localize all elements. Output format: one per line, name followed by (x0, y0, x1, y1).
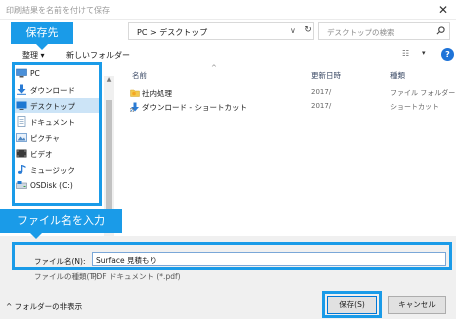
disk-icon (16, 181, 27, 189)
save-button[interactable]: 保存(S) (327, 296, 377, 314)
address-path-box[interactable]: PC > デスクトップ ∨ ↻ (128, 22, 314, 40)
address-path: PC > デスクトップ (137, 28, 208, 37)
nav-item-label: PC (30, 69, 40, 78)
chevron-down-icon[interactable]: ▾ (422, 49, 426, 57)
filetype-label: ファイルの種類(T): (34, 272, 100, 281)
nav-item-label: ミュージック (30, 166, 75, 175)
nav-item-label: ビデオ (30, 150, 53, 159)
file-type: ショートカット (390, 103, 439, 111)
nav-item-label: ドキュメント (30, 118, 75, 127)
scroll-up-icon[interactable]: ▲ (104, 76, 114, 86)
video-icon (16, 149, 27, 158)
cancel-button[interactable]: キャンセル (388, 296, 446, 314)
help-icon[interactable]: ? (441, 48, 454, 61)
nav-item-label: OSDisk (C:) (30, 181, 73, 190)
nav-item-osdisk[interactable]: OSDisk (C:) (14, 178, 100, 193)
close-icon[interactable]: ✕ (436, 3, 450, 17)
file-name: ダウンロード - ショートカット (142, 103, 247, 112)
toolbar: 整理 ▾ 新しいフォルダー ☷ ▾ ? (0, 44, 456, 66)
new-folder-button[interactable]: 新しいフォルダー (66, 50, 130, 61)
search-input[interactable]: デスクトップの検索 (318, 22, 450, 40)
nav-item-videos[interactable]: ビデオ (14, 146, 100, 161)
picture-icon (16, 133, 27, 142)
download-icon (17, 84, 26, 95)
save-location-callout: 保存先 (11, 22, 73, 50)
filename-field[interactable]: Surface 見積もり (92, 252, 446, 266)
nav-item-label: ダウンロード (30, 86, 75, 95)
nav-item-documents[interactable]: ドキュメント (14, 114, 100, 129)
filename-value: Surface 見積もり (96, 256, 157, 265)
window-title: 印刷結果を名前を付けて保存 (6, 6, 110, 15)
music-icon (18, 165, 26, 174)
nav-item-desktop[interactable]: デスクトップ (14, 98, 100, 113)
column-header-date[interactable]: 更新日時 (311, 70, 341, 81)
column-header-type[interactable]: 種類 (390, 70, 405, 81)
nav-item-downloads[interactable]: ダウンロード (14, 82, 100, 97)
file-type: ファイル フォルダー (390, 89, 456, 97)
chevron-down-icon: ▾ (40, 51, 45, 60)
nav-item-label: デスクトップ (30, 102, 75, 111)
list-item[interactable]: ダウンロード - ショートカット 2017/ ショートカット (118, 100, 454, 114)
view-options-icon[interactable]: ☷ (402, 49, 409, 58)
nav-item-pc[interactable]: PC (14, 66, 100, 81)
callout-arrow (30, 233, 42, 239)
save-location-callout-text: 保存先 (25, 26, 59, 39)
file-date: 2017/ (311, 88, 332, 96)
document-icon (17, 116, 26, 127)
filetype-select[interactable]: PDF ドキュメント (*.pdf) (92, 271, 181, 282)
sort-ascending-icon: ^ (211, 64, 217, 72)
filename-callout-text: ファイル名を入力 (17, 214, 105, 227)
nav-item-music[interactable]: ミュージック (14, 162, 100, 177)
download-shortcut-icon (130, 102, 139, 112)
file-list: 名前 ^ 更新日時 種類 社内処理 2017/ ファイル フォルダー ダウンロー… (118, 64, 456, 236)
folder-icon (130, 89, 140, 97)
search-placeholder: デスクトップの検索 (327, 28, 395, 37)
nav-item-label: ピクチャ (30, 134, 60, 143)
pc-icon (16, 68, 27, 78)
nav-item-pictures[interactable]: ピクチャ (14, 130, 100, 145)
organize-label: 整理 (22, 51, 38, 60)
navigation-pane: PC ダウンロード デスクトップ ドキュメント ピクチャ ビデオ ミュージック … (14, 64, 100, 206)
chevron-down-icon[interactable]: ∨ (290, 26, 296, 35)
file-date: 2017/ (311, 102, 332, 110)
file-name: 社内処理 (142, 89, 172, 98)
filename-callout: ファイル名を入力 (0, 209, 122, 239)
list-item[interactable]: 社内処理 2017/ ファイル フォルダー (118, 86, 456, 100)
filename-label: ファイル名(N): (34, 257, 86, 266)
callout-arrow (36, 44, 48, 50)
hide-folders-toggle[interactable]: ^ フォルダーの非表示 (6, 301, 82, 312)
organize-button[interactable]: 整理 ▾ (22, 50, 45, 61)
search-icon[interactable] (436, 26, 445, 35)
desktop-icon (16, 101, 27, 110)
refresh-icon[interactable]: ↻ (301, 25, 315, 35)
title-bar: 印刷結果を名前を付けて保存 ✕ (0, 0, 456, 20)
column-header-name[interactable]: 名前 (132, 70, 147, 81)
